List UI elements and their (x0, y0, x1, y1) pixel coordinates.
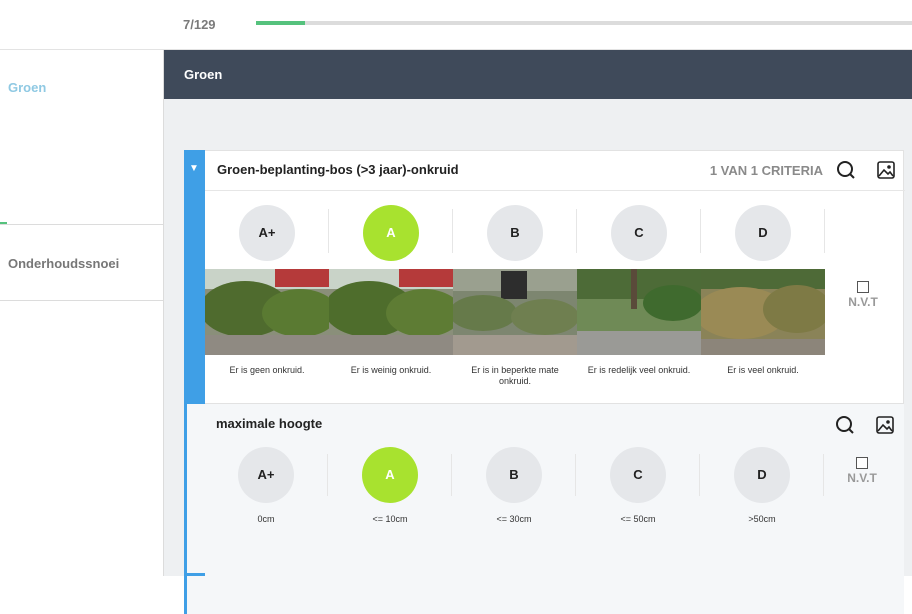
grade-description: 0cm (257, 514, 275, 524)
checkbox[interactable] (856, 457, 868, 469)
nvt-checkbox[interactable]: N.V.T (838, 281, 888, 309)
grade-button-selected[interactable]: A (363, 205, 419, 261)
image-icon[interactable] (875, 415, 895, 435)
grade-description: <= 30cm (496, 514, 532, 524)
sidebar-item-onderhoudssnoei[interactable]: Onderhoudssnoei (0, 256, 164, 271)
grade-description: Er is weinig onkruid. (350, 365, 432, 375)
main-panel: Groen ▼ Groen-beplanting-bos (>3 jaar)-o… (164, 50, 912, 614)
grade-description: <= 50cm (620, 514, 656, 524)
grade-option-a-plus: A+ 0cm (204, 404, 328, 614)
grade-description: >50cm (748, 514, 776, 524)
example-photo (205, 269, 329, 355)
divider (823, 454, 824, 496)
grade-option-b: B Er is in beperkte mate onkruid. (453, 191, 577, 405)
example-photo (701, 269, 825, 355)
caret-down-icon[interactable]: ▼ (189, 163, 199, 174)
section-header: Groen (164, 50, 912, 99)
grade-option-a: A <= 10cm (328, 404, 452, 614)
grade-button[interactable]: A+ (238, 447, 294, 503)
sidebar-divider (0, 224, 164, 225)
search-icon[interactable] (836, 160, 856, 180)
grade-option-d: D Er is veel onkruid. (701, 191, 825, 405)
example-photo (577, 269, 701, 355)
collapse-toggle[interactable]: ▼ (184, 150, 205, 404)
sidebar-divider (0, 300, 164, 301)
top-bar: 7/129 (0, 0, 912, 50)
sidebar: Groen Onderhoudssnoei (0, 50, 164, 576)
checkbox[interactable] (857, 281, 869, 293)
grade-button-selected[interactable]: A (362, 447, 418, 503)
grade-button[interactable]: D (734, 447, 790, 503)
criteria-counter: 1 VAN 1 CRITERIA (709, 163, 823, 178)
progress-bar (256, 21, 912, 25)
nvt-label: N.V.T (847, 471, 877, 485)
grade-button[interactable]: C (610, 447, 666, 503)
grade-button[interactable]: B (487, 205, 543, 261)
progress-bar-fill (256, 21, 306, 25)
grade-description: Er is veel onkruid. (727, 365, 799, 375)
grade-option-a-plus: A+ Er is geen onkruid. (205, 191, 329, 405)
grade-button[interactable]: B (486, 447, 542, 503)
grade-option-b: B <= 30cm (452, 404, 576, 614)
example-photo (329, 269, 453, 355)
divider (824, 209, 825, 253)
grade-description: Er is redelijk veel onkruid. (587, 365, 691, 375)
criterion-card-onkruid: ▼ Groen-beplanting-bos (>3 jaar)-onkruid… (184, 150, 905, 405)
grade-option-c: C Er is redelijk veel onkruid. (577, 191, 701, 405)
progress-label: 7/129 (183, 17, 216, 32)
nvt-checkbox[interactable]: N.V.T (837, 457, 887, 485)
grade-button[interactable]: D (735, 205, 791, 261)
grade-button[interactable]: C (611, 205, 667, 261)
grade-description: Er is geen onkruid. (229, 365, 305, 375)
grade-option-d: D >50cm (700, 404, 824, 614)
nvt-label: N.V.T (848, 295, 878, 309)
grade-option-a: A Er is weinig onkruid. (329, 191, 453, 405)
grade-button[interactable]: A+ (239, 205, 295, 261)
criterion-card-hoogte: maximale hoogte A+ 0cm A <= 10cm B <= 30… (184, 404, 904, 614)
grade-description: <= 10cm (372, 514, 408, 524)
sidebar-item-groen[interactable]: Groen (0, 80, 164, 95)
criterion-title: Groen-beplanting-bos (>3 jaar)-onkruid (217, 162, 459, 177)
search-icon[interactable] (835, 415, 855, 435)
grade-description: Er is in beperkte mate onkruid. (471, 365, 559, 386)
sidebar-item-indicator (0, 222, 7, 224)
example-photo (453, 269, 577, 355)
image-icon[interactable] (876, 160, 896, 180)
grade-option-c: C <= 50cm (576, 404, 700, 614)
